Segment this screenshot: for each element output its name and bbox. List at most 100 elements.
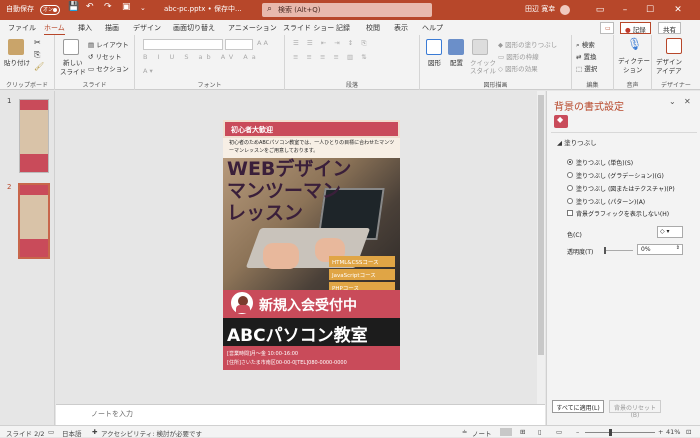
search-input[interactable]: ⌕ 検索 (Alt+Q)	[262, 3, 432, 17]
font-name-combo[interactable]	[143, 39, 223, 50]
save-icon[interactable]: 💾	[68, 2, 79, 12]
designer-icon[interactable]	[666, 38, 682, 54]
shape-fill-button[interactable]: ◆ 図形の塗りつぶし	[498, 39, 557, 49]
transparency-input[interactable]: 0% ⇕	[637, 244, 683, 255]
course-badge: JavaScriptコース	[329, 269, 395, 280]
notes-icon[interactable]: ≐	[462, 428, 467, 436]
slide-thumbnail-1[interactable]	[19, 99, 49, 173]
fill-section-header[interactable]: ◢ 塗りつぶし	[557, 137, 597, 147]
record-label: 記録	[632, 26, 646, 34]
slide-sorter-icon[interactable]: ⊞	[520, 428, 525, 436]
accessibility-icon[interactable]: ✚	[92, 428, 97, 436]
list-icons[interactable]: ☰ ☰ ⇤ ⇥ ↕ ⎘	[293, 39, 370, 48]
pane-options-icon[interactable]: ⌄	[669, 97, 676, 106]
share-button[interactable]: 共有	[658, 22, 681, 34]
format-painter-icon[interactable]: 🖌	[34, 62, 44, 71]
fit-slide-icon[interactable]: ⊡	[686, 428, 691, 436]
quick-styles-icon[interactable]	[472, 39, 488, 55]
ribbon-options-icon[interactable]: ▭	[590, 2, 610, 18]
slideshow-icon[interactable]: ▣	[122, 2, 131, 12]
replace-button[interactable]: ⇄ 置換	[576, 51, 597, 61]
quick-styles-label-2[interactable]: スタイル	[470, 65, 496, 75]
reading-view-icon[interactable]: ▯	[538, 428, 542, 436]
close-icon[interactable]: ✕	[668, 2, 688, 18]
autosave-toggle[interactable]: オン	[40, 5, 60, 15]
font-format-icons[interactable]: B I U S ab AV Aa	[143, 53, 260, 61]
zoom-level[interactable]: 41%	[666, 428, 680, 436]
radio-gradient-fill[interactable]	[567, 172, 573, 178]
slide-thumbnail-2[interactable]	[18, 183, 50, 259]
tab-record[interactable]: 記録	[336, 23, 350, 33]
shape-effects-button[interactable]: ◇ 図形の効果	[498, 63, 538, 73]
color-picker-button[interactable]: ◇ ▾	[657, 226, 683, 238]
normal-view-icon[interactable]	[500, 428, 512, 436]
copy-icon[interactable]: ⎘	[34, 50, 40, 60]
reset-button[interactable]: ↺ リセット	[88, 51, 122, 61]
format-background-pane: 背景の書式設定 ⌄ ✕ ◆ ◢ 塗りつぶし 塗りつぶし (単色)(S) 塗りつぶ…	[546, 91, 700, 425]
tab-insert[interactable]: 挿入	[78, 23, 92, 33]
layout-button[interactable]: ▤ レイアウト	[88, 39, 129, 49]
new-slide-label-2[interactable]: スライド	[60, 66, 86, 76]
paste-label[interactable]: 貼り付け	[4, 57, 30, 67]
tab-help[interactable]: ヘルプ	[422, 23, 443, 33]
font-size-combo[interactable]	[225, 39, 253, 50]
record-button[interactable]: ● 記録	[620, 22, 651, 34]
maximize-icon[interactable]: ☐	[640, 2, 660, 18]
dictate-label-2[interactable]: ション	[623, 64, 643, 74]
radio-pattern-fill[interactable]	[567, 198, 573, 204]
arrange-label[interactable]: 配置	[450, 57, 463, 67]
zoom-slider[interactable]	[585, 429, 655, 436]
font-color-icon[interactable]: A ▾	[143, 67, 153, 75]
fill-category-icon[interactable]: ◆	[554, 115, 568, 128]
hide-graphics-checkbox[interactable]	[567, 210, 573, 216]
minimize-icon[interactable]: –	[615, 2, 635, 18]
notes-area[interactable]: ノートを入力	[56, 404, 545, 425]
spellcheck-icon[interactable]: ▭	[48, 428, 54, 436]
vertical-scrollbar[interactable]	[537, 91, 545, 404]
autosave-toggle-text: オン	[43, 7, 54, 13]
designer-label-2[interactable]: アイデア	[656, 65, 682, 75]
undo-icon[interactable]: ↶	[86, 2, 94, 12]
tab-file[interactable]: ファイル	[8, 23, 36, 33]
tab-view[interactable]: 表示	[394, 23, 408, 33]
zoom-out-icon[interactable]: –	[576, 428, 579, 436]
spinner-icon[interactable]: ⇕	[676, 245, 680, 251]
shape-outline-button[interactable]: ▭ 図形の枠線	[498, 51, 539, 61]
find-button[interactable]: ⌕ 検索	[576, 39, 595, 50]
school-name: ABCパソコン教室	[227, 326, 368, 346]
tab-slideshow[interactable]: スライド ショー	[283, 23, 334, 33]
qat-more-icon[interactable]: ⌄	[140, 4, 146, 12]
pane-close-icon[interactable]: ✕	[684, 97, 691, 106]
new-slide-icon[interactable]	[63, 39, 79, 55]
zoom-in-icon[interactable]: +	[658, 428, 663, 436]
tab-transitions[interactable]: 画面切り替え	[173, 23, 215, 33]
paste-icon[interactable]	[8, 39, 24, 55]
user-name[interactable]: 田辺 寛幸	[525, 4, 555, 14]
radio-solid-fill[interactable]	[567, 159, 573, 165]
paint-bucket-icon: ◆	[557, 115, 564, 124]
select-button[interactable]: ⬚ 選択	[576, 63, 597, 73]
shapes-label[interactable]: 図形	[428, 57, 441, 67]
file-name[interactable]: abc-pc.pptx • 保存中...	[164, 4, 242, 14]
cut-icon[interactable]: ✂	[34, 38, 41, 47]
slideshow-view-icon[interactable]: ▭	[556, 428, 562, 436]
comments-button[interactable]: ▭	[600, 22, 614, 34]
avatar[interactable]	[560, 5, 570, 15]
tab-draw[interactable]: 描画	[105, 23, 119, 33]
slide[interactable]: 初心者大歓迎 初心者のためABCパソコン教室では、一人ひとりの目標に合わせたマン…	[223, 120, 400, 370]
transparency-slider[interactable]	[604, 247, 633, 254]
shapes-icon[interactable]	[426, 39, 442, 55]
radio-picture-fill[interactable]	[567, 185, 573, 191]
tab-design[interactable]: デザイン	[133, 23, 161, 33]
microphone-icon[interactable]: 🎙	[627, 37, 642, 51]
slides-group-label: スライド	[82, 82, 107, 89]
align-icons[interactable]: ≡ ≡ ≡ ≡ ▥ ⇅	[293, 53, 370, 61]
arrange-icon[interactable]	[448, 39, 464, 55]
redo-icon[interactable]: ↷	[104, 2, 112, 12]
reset-background-button[interactable]: 背景のリセット(B)	[609, 400, 661, 419]
section-button[interactable]: ▭ セクション	[88, 63, 129, 73]
font-grow-icon[interactable]: A A	[257, 39, 268, 47]
tab-animations[interactable]: アニメーション	[228, 23, 277, 33]
apply-to-all-button[interactable]: すべてに適用(L)	[552, 400, 604, 413]
tab-review[interactable]: 校閲	[366, 23, 380, 33]
